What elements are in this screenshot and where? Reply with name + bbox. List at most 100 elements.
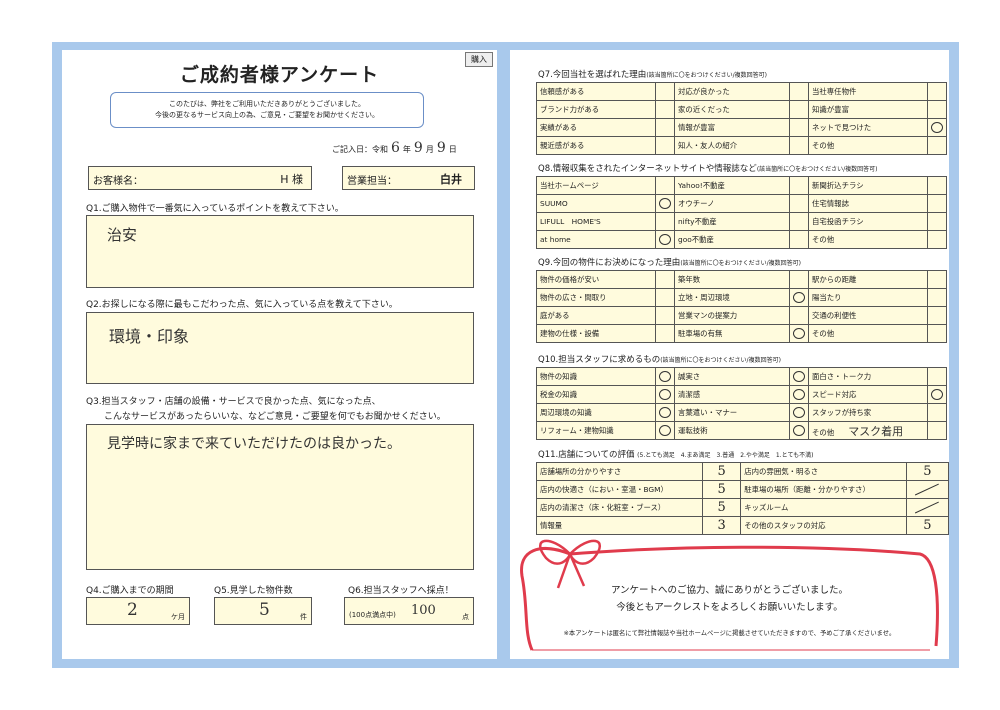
fill-date-year-unit: 年 xyxy=(402,145,411,154)
q3-question-line1: Q3.担当スタッフ・店舗の設備・サービスで良かった点、気になった点、 xyxy=(86,397,381,407)
page-title: ご成約者様アンケート xyxy=(179,64,380,86)
option-check-cell[interactable] xyxy=(789,136,809,155)
option-check-cell[interactable] xyxy=(789,403,809,422)
option-check-cell[interactable] xyxy=(655,288,675,307)
option-check-cell[interactable] xyxy=(655,82,675,101)
option-check-cell[interactable] xyxy=(927,230,947,249)
q10-note: (該当箇所に〇をおつけください/複数回答可) xyxy=(660,357,781,364)
option-check-cell[interactable] xyxy=(789,212,809,231)
option-text: 交通の利便性 xyxy=(812,311,857,320)
option-check-cell[interactable] xyxy=(789,306,809,325)
option-check-cell[interactable] xyxy=(927,367,947,386)
q1-answer-box: 治安 xyxy=(86,215,474,288)
option-check-cell[interactable] xyxy=(655,324,675,343)
rating-score-cell[interactable] xyxy=(905,480,950,499)
option-check-cell[interactable] xyxy=(927,385,947,404)
option-check-cell[interactable] xyxy=(655,306,675,325)
circle-mark-icon xyxy=(931,122,943,133)
option-label: 知識が豊富 xyxy=(808,100,928,119)
option-text: 陽当たり xyxy=(812,293,842,302)
option-check-cell[interactable] xyxy=(927,270,947,289)
option-check-cell[interactable] xyxy=(927,403,947,422)
option-check-cell[interactable] xyxy=(655,194,675,213)
q4-question: Q4.ご購入までの期間 xyxy=(86,586,174,596)
option-check-cell[interactable] xyxy=(655,118,675,137)
option-check-cell[interactable] xyxy=(655,367,675,386)
option-check-cell[interactable] xyxy=(655,230,675,249)
option-text: 建物の仕様・設備 xyxy=(540,329,600,338)
option-text: 情報が豊富 xyxy=(678,123,715,132)
option-label: 新聞折込チラシ xyxy=(808,176,928,195)
option-check-cell[interactable] xyxy=(927,176,947,195)
rating-score-cell[interactable]: 5 xyxy=(701,462,742,481)
option-check-cell[interactable] xyxy=(655,212,675,231)
option-check-cell[interactable] xyxy=(655,100,675,119)
option-check-cell[interactable] xyxy=(789,288,809,307)
option-check-cell[interactable] xyxy=(655,176,675,195)
option-check-cell[interactable] xyxy=(789,118,809,137)
option-label: 陽当たり xyxy=(808,288,928,307)
closing-note: ※本アンケートは匿名にて弊社情報誌や当社ホームページに掲載させていただきますので… xyxy=(563,630,896,637)
fill-date-month-unit: 月 xyxy=(425,145,434,154)
option-check-cell[interactable] xyxy=(927,288,947,307)
option-check-cell[interactable] xyxy=(927,118,947,137)
option-label: 物件の知識 xyxy=(536,367,656,386)
option-check-cell[interactable] xyxy=(789,385,809,404)
option-text: オウチーノ xyxy=(678,199,715,208)
option-text: 運転技術 xyxy=(678,426,708,435)
rating-score-cell[interactable]: 5 xyxy=(905,462,950,481)
rating-score-cell[interactable] xyxy=(905,498,950,517)
option-check-cell[interactable] xyxy=(655,403,675,422)
rating-label: 店内の清潔さ（床・化粧室・ブース） xyxy=(536,498,703,517)
q5-value: 5 xyxy=(259,600,270,620)
option-check-cell[interactable] xyxy=(789,194,809,213)
option-check-cell[interactable] xyxy=(789,176,809,195)
fill-date-month: 9 xyxy=(413,140,423,156)
option-check-cell[interactable] xyxy=(927,136,947,155)
slash-mark-icon xyxy=(915,501,940,514)
option-label: Yahoo!不動産 xyxy=(674,176,790,195)
option-check-cell[interactable] xyxy=(927,194,947,213)
option-label: 言葉遣い・マナー xyxy=(674,403,790,422)
option-row: 当社ホームページ Yahoo!不動産 新聞折込チラシ xyxy=(536,176,947,195)
rating-score-cell[interactable]: 5 xyxy=(905,516,950,535)
option-check-cell[interactable] xyxy=(789,367,809,386)
option-row: 税金の知識 清潔感 スピード対応 xyxy=(536,385,947,404)
option-label: 知人・友人の紹介 xyxy=(674,136,790,155)
option-check-cell[interactable] xyxy=(655,385,675,404)
option-check-cell[interactable] xyxy=(927,82,947,101)
rating-score-cell[interactable]: 5 xyxy=(701,498,742,517)
circle-mark-icon xyxy=(793,328,805,339)
rating-score-cell[interactable]: 5 xyxy=(701,480,742,499)
option-text: 誠実さ xyxy=(678,372,701,381)
option-label: ブランド力がある xyxy=(536,100,656,119)
option-check-cell[interactable] xyxy=(789,100,809,119)
option-text: その他 xyxy=(812,235,835,244)
fill-date-label: ご記入日：令和 xyxy=(332,145,388,154)
q9-options-table: 物件の価格が安い 築年数 駅からの距離 物件の広さ・間取り 立地・周辺環境 陽当たり 庭があ… xyxy=(536,270,947,343)
option-check-cell[interactable] xyxy=(789,421,809,440)
option-label: 築年数 xyxy=(674,270,790,289)
option-text: goo不動産 xyxy=(678,235,714,244)
rating-score-cell[interactable]: 3 xyxy=(701,516,742,535)
q6-prefix: (100点満点中) xyxy=(349,611,396,619)
option-check-cell[interactable] xyxy=(655,136,675,155)
option-check-cell[interactable] xyxy=(927,100,947,119)
option-check-cell[interactable] xyxy=(789,270,809,289)
option-check-cell[interactable] xyxy=(927,324,947,343)
option-check-cell[interactable] xyxy=(789,230,809,249)
q5-question: Q5.見学した物件数 xyxy=(214,586,293,596)
option-check-cell[interactable] xyxy=(927,306,947,325)
fill-date-day: 9 xyxy=(436,140,446,156)
option-label: at home xyxy=(536,230,656,249)
option-check-cell[interactable] xyxy=(789,324,809,343)
option-check-cell[interactable] xyxy=(655,421,675,440)
option-check-cell[interactable] xyxy=(655,270,675,289)
option-text: at home xyxy=(540,235,571,244)
thanks-line1: このたびは、弊社をご利用いただきありがとうございました。 xyxy=(169,100,365,108)
option-check-cell[interactable] xyxy=(789,82,809,101)
closing-message: アンケートへのご協力、誠にありがとうございました。 今後ともアークレストをよろし… xyxy=(510,582,949,616)
option-check-cell[interactable] xyxy=(927,421,947,440)
option-row: 建物の仕様・設備 駐車場の有無 その他 xyxy=(536,324,947,343)
option-check-cell[interactable] xyxy=(927,212,947,231)
